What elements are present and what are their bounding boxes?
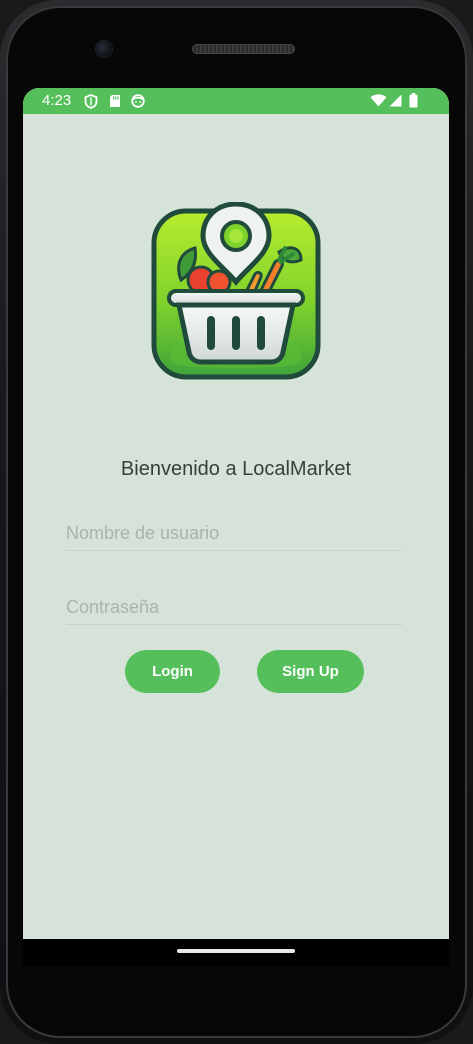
username-input[interactable] [66, 516, 402, 551]
signup-button[interactable]: Sign Up [257, 650, 364, 693]
phone-frame: 4:23 Bienvenido a LocalMarket Nombre de … [0, 0, 473, 1044]
login-screen: Bienvenido a LocalMarket Login Sign Up [23, 114, 449, 939]
face-icon [131, 94, 145, 108]
battery-icon [409, 93, 418, 108]
sd-card-icon [110, 95, 120, 107]
status-bar: 4:23 [23, 88, 449, 114]
login-button[interactable]: Login [125, 650, 220, 693]
device-screen: 4:23 Bienvenido a LocalMarket Nombre de … [23, 88, 449, 966]
welcome-title: Bienvenido a LocalMarket [120, 458, 352, 480]
status-time: 4:23 [42, 92, 72, 109]
earpiece-speaker [192, 44, 295, 54]
front-camera [96, 41, 112, 57]
basket-location-pin-icon [151, 202, 321, 380]
home-gesture-handle[interactable] [177, 949, 295, 953]
password-input[interactable] [66, 590, 402, 625]
cellular-signal-icon [389, 94, 402, 107]
wifi-icon [370, 94, 387, 107]
navigation-bar [23, 939, 449, 966]
shield-icon [84, 94, 98, 109]
